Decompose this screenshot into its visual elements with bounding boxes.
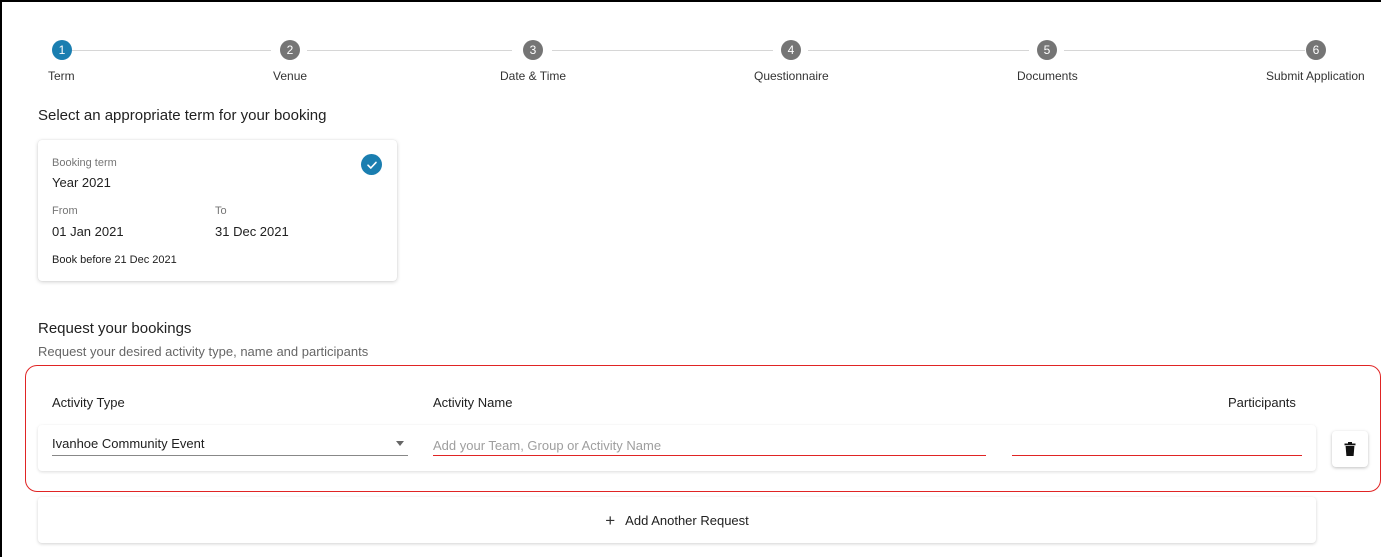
activity-type-value: Ivanhoe Community Event xyxy=(52,436,205,451)
step-connector xyxy=(808,50,1029,51)
book-before-note: Book before 21 Dec 2021 xyxy=(52,254,177,266)
step-label: Documents xyxy=(1017,69,1078,83)
step-number-badge: 6 xyxy=(1306,40,1326,60)
step-label: Date & Time xyxy=(500,69,567,83)
stepper: 1 Term 2 Venue 3 Date & Time 4 Questionn… xyxy=(0,40,1381,90)
step-label: Questionnaire xyxy=(754,69,829,83)
participants-input[interactable] xyxy=(1012,436,1302,456)
activity-type-select[interactable]: Ivanhoe Community Event xyxy=(52,436,408,456)
step-connector xyxy=(72,50,271,51)
from-label: From xyxy=(52,205,78,217)
request-section-subtitle: Request your desired activity type, name… xyxy=(38,344,369,359)
step-label: Term xyxy=(48,69,75,83)
step-number-badge: 4 xyxy=(781,40,801,60)
delete-request-button[interactable] xyxy=(1332,431,1368,467)
add-another-request-label: Add Another Request xyxy=(625,512,749,528)
check-circle-icon xyxy=(361,154,382,175)
step-label: Submit Application xyxy=(1266,69,1365,83)
from-value: 01 Jan 2021 xyxy=(52,224,124,239)
to-value: 31 Dec 2021 xyxy=(215,224,289,239)
booking-term-label: Booking term xyxy=(52,157,117,169)
step-connector xyxy=(552,50,773,51)
caret-down-icon xyxy=(396,441,404,446)
step-number-badge: 2 xyxy=(280,40,300,60)
term-section-title: Select an appropriate term for your book… xyxy=(38,107,327,124)
step-label: Venue xyxy=(273,69,308,83)
step-number-badge: 1 xyxy=(52,40,72,60)
step-connector xyxy=(307,50,512,51)
to-label: To xyxy=(215,205,227,217)
activity-name-input[interactable] xyxy=(433,436,986,456)
term-card[interactable]: Booking term Year 2021 From 01 Jan 2021 … xyxy=(38,140,397,281)
participants-header: Participants xyxy=(1228,395,1296,410)
add-another-request-button[interactable]: + Add Another Request xyxy=(38,497,1316,543)
plus-icon: + xyxy=(605,510,616,530)
step-number-badge: 3 xyxy=(523,40,543,60)
booking-term-value: Year 2021 xyxy=(52,175,111,190)
step-number-badge: 5 xyxy=(1037,40,1057,60)
trash-icon xyxy=(1344,442,1356,456)
activity-name-header: Activity Name xyxy=(433,395,513,410)
activity-type-header: Activity Type xyxy=(52,395,125,410)
request-section-title: Request your bookings xyxy=(38,320,192,337)
step-connector xyxy=(1064,50,1305,51)
